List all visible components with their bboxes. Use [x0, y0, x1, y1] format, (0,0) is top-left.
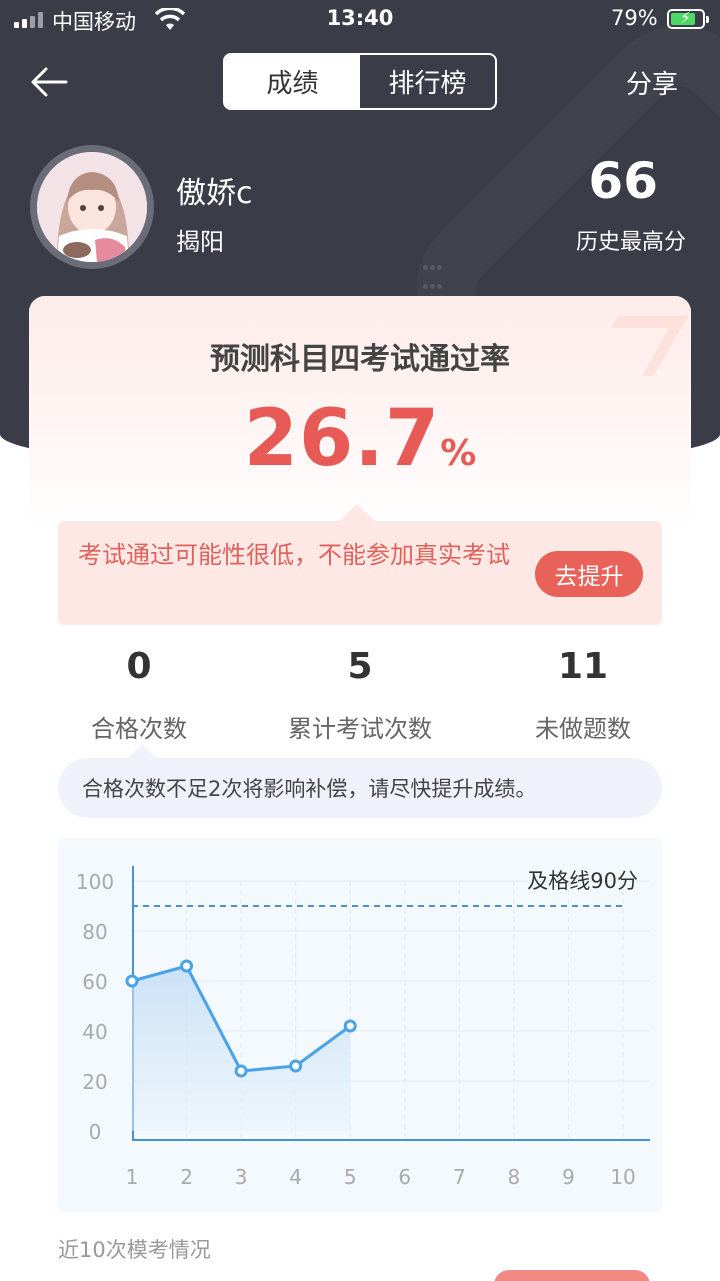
- stat-passed-value: 0: [126, 646, 152, 687]
- x-tick-label: 10: [610, 1165, 635, 1189]
- score-chart: 0 20 40 60 80 100 1 2 3 4 5 6 7 8 9 10 及格线90分: [58, 838, 662, 1212]
- x-tick-label: 9: [562, 1165, 575, 1189]
- pass-rate-value: 26.7: [243, 394, 441, 484]
- best-score-label: 历史最高分: [575, 230, 686, 255]
- stat-passed-label: 合格次数: [91, 715, 187, 743]
- y-tick-label: 0: [89, 1120, 102, 1144]
- chart-caption: 近10次模考情况: [58, 1238, 211, 1262]
- stat-total-exams-value: 5: [347, 646, 373, 687]
- prediction-card: 预测科目四考试通过率 26.7% 考试通过可能性很低，不能参加真实考试 去提升 …: [29, 296, 691, 1281]
- pass-rate: 26.7%: [29, 394, 691, 484]
- data-point: [234, 1064, 248, 1078]
- tab-switcher: 成绩 排行榜: [223, 53, 497, 110]
- y-tick-label: 20: [82, 1070, 107, 1094]
- stat-passed: 0 合格次数: [29, 646, 249, 744]
- avatar[interactable]: [30, 145, 154, 269]
- battery-icon: ⚡: [667, 8, 709, 29]
- battery-percentage: 79%: [611, 6, 658, 30]
- warning-text: 考试通过可能性很低，不能参加真实考试: [78, 541, 510, 569]
- stat-unanswered-value: 11: [557, 646, 609, 687]
- warning-banner: 考试通过可能性很低，不能参加真实考试 去提升: [58, 521, 662, 625]
- best-score-value: 66: [588, 152, 658, 210]
- back-arrow-icon[interactable]: [28, 60, 72, 104]
- y-tick-label: 60: [82, 970, 107, 994]
- pass-rate-unit: %: [440, 433, 477, 474]
- stat-total-exams: 5 累计考试次数: [250, 646, 470, 744]
- username: 傲娇c: [176, 176, 253, 211]
- user-city: 揭阳: [176, 228, 224, 256]
- x-tick-label: 2: [180, 1165, 193, 1189]
- stat-total-exams-label: 累计考试次数: [288, 715, 432, 743]
- tip-pointer: [128, 744, 156, 758]
- tab-scores[interactable]: 成绩: [225, 55, 360, 108]
- stat-unanswered-label: 未做题数: [535, 715, 631, 743]
- share-button[interactable]: 分享: [626, 64, 678, 101]
- y-tick-label: 40: [82, 1020, 107, 1044]
- bottom-action-button[interactable]: [494, 1270, 650, 1281]
- y-tick-label: 100: [76, 870, 114, 894]
- x-tick-label: 6: [398, 1165, 411, 1189]
- improve-button[interactable]: 去提升: [535, 551, 643, 597]
- x-tick-label: 1: [126, 1165, 139, 1189]
- decorative-dots: [422, 256, 446, 308]
- compensation-tip: 合格次数不足2次将影响补偿，请尽快提升成绩。: [58, 758, 662, 818]
- data-point: [343, 1019, 357, 1033]
- stat-unanswered: 11 未做题数: [473, 646, 691, 744]
- tab-leaderboard[interactable]: 排行榜: [360, 55, 495, 108]
- pass-line-label: 及格线90分: [527, 869, 638, 893]
- x-tick-label: 4: [289, 1165, 302, 1189]
- status-bar: 中国移动 13:40 79% ⚡: [0, 0, 720, 40]
- data-point: [125, 974, 139, 988]
- data-point: [289, 1059, 303, 1073]
- data-point: [180, 959, 194, 973]
- score-chart-svg: 0 20 40 60 80 100 1 2 3 4 5 6 7 8 9 10 及格线90分: [76, 866, 650, 1189]
- x-tick-label: 3: [235, 1165, 248, 1189]
- prediction-title: 预测科目四考试通过率: [210, 342, 510, 377]
- warning-pointer: [339, 504, 375, 521]
- x-tick-label: 7: [453, 1165, 466, 1189]
- y-tick-label: 80: [82, 920, 107, 944]
- x-tick-label: 8: [508, 1165, 521, 1189]
- avatar-illustration: [37, 152, 147, 262]
- x-tick-label: 5: [344, 1165, 357, 1189]
